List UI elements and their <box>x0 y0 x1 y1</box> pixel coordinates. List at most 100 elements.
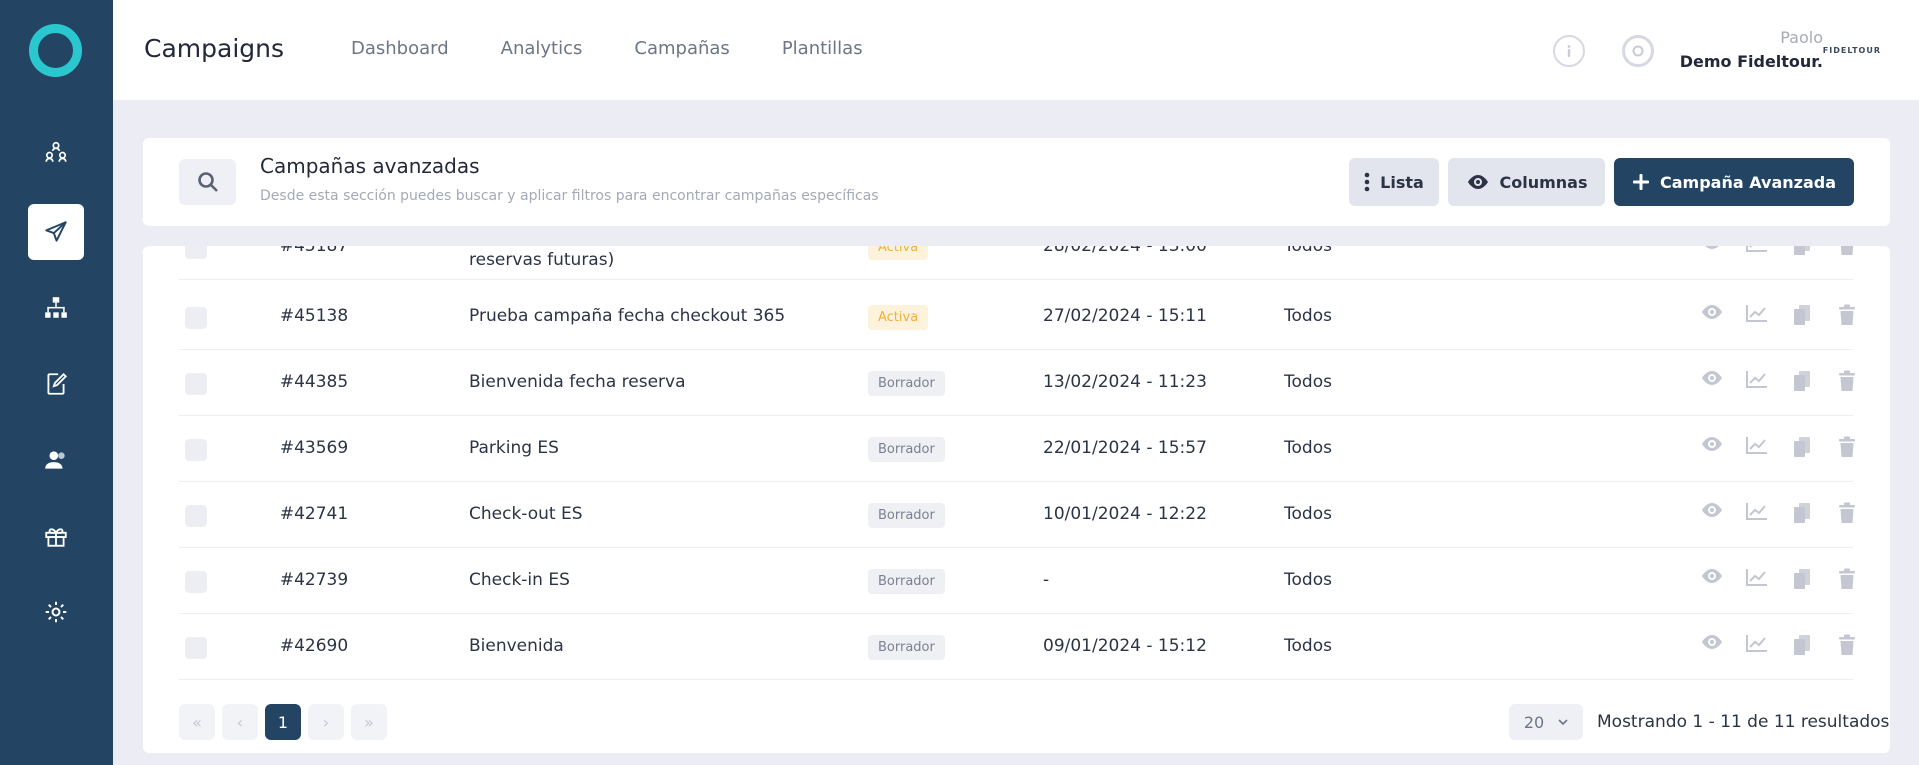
next-page-button[interactable]: › <box>308 704 344 740</box>
view-icon[interactable] <box>1689 370 1734 392</box>
columns-button[interactable]: Columnas <box>1448 158 1605 206</box>
row-actions <box>1689 502 1869 524</box>
campaign-date: 22/01/2024 - 15:57 <box>1043 438 1207 458</box>
campaign-name[interactable]: Bienvenida <box>469 636 564 656</box>
stats-chart-icon[interactable] <box>1734 502 1779 524</box>
table-row[interactable]: #42739 Check-in ES Borrador - Todos <box>179 548 1855 614</box>
row-checkbox[interactable] <box>185 439 207 461</box>
stats-chart-icon[interactable] <box>1734 370 1779 392</box>
sidebar-item-campaigns[interactable] <box>28 204 84 260</box>
trash-icon[interactable] <box>1824 436 1869 458</box>
app-logo[interactable] <box>29 24 82 77</box>
view-icon[interactable] <box>1689 436 1734 458</box>
user-company[interactable]: Demo Fideltour. <box>1680 52 1823 71</box>
status-badge: Borrador <box>868 437 945 462</box>
stats-chart-icon[interactable] <box>1734 634 1779 656</box>
copy-icon[interactable] <box>1779 436 1824 458</box>
view-icon[interactable] <box>1689 634 1734 656</box>
table-row[interactable]: #44385 Bienvenida fecha reserva Borrador 13… <box>179 350 1855 416</box>
first-page-button[interactable]: « <box>179 704 215 740</box>
trash-icon[interactable] <box>1824 634 1869 656</box>
row-actions <box>1689 634 1869 656</box>
trash-icon[interactable] <box>1824 370 1869 392</box>
view-icon[interactable] <box>1689 502 1734 524</box>
per-page-select[interactable]: 20 <box>1509 704 1583 740</box>
campaign-id[interactable]: #45138 <box>269 306 359 326</box>
trash-icon[interactable] <box>1824 568 1869 590</box>
row-actions <box>1689 568 1869 590</box>
view-icon[interactable] <box>1689 304 1734 326</box>
row-checkbox[interactable] <box>185 246 207 259</box>
nav-campaigns[interactable]: Campañas <box>634 38 729 59</box>
chevron-down-icon <box>1558 719 1568 725</box>
view-icon[interactable] <box>1689 246 1734 256</box>
page-1-button[interactable]: 1 <box>265 704 301 740</box>
brand-logo: FIDELTOUR <box>1822 46 1881 55</box>
campaign-name[interactable]: reservas futuras) <box>469 250 614 270</box>
trash-icon[interactable] <box>1824 246 1869 256</box>
nav-templates[interactable]: Plantillas <box>782 38 863 59</box>
copy-icon[interactable] <box>1779 634 1824 656</box>
campaign-id[interactable]: #42690 <box>269 636 359 656</box>
new-advanced-campaign-button[interactable]: Campaña Avanzada <box>1614 158 1854 206</box>
campaigns-table: #45187 reservas futuras) Activa 28/02/2024 … <box>143 246 1890 753</box>
campaign-id[interactable]: #42739 <box>269 570 359 590</box>
sidebar-item-templates[interactable] <box>28 356 84 412</box>
campaign-name[interactable]: Check-in ES <box>469 570 570 590</box>
user-name: Paolo <box>1780 28 1823 47</box>
copy-icon[interactable] <box>1779 568 1824 590</box>
table-row[interactable]: #45138 Prueba campaña fecha checkout 365 A… <box>179 284 1855 350</box>
campaign-id[interactable]: #45187 <box>269 246 359 256</box>
sidebar-item-settings[interactable] <box>28 584 84 640</box>
card-subtitle: Desde esta sección puedes buscar y aplic… <box>260 188 879 204</box>
copy-icon[interactable] <box>1779 304 1824 326</box>
campaign-name[interactable]: Check-out ES <box>469 504 583 524</box>
stats-chart-icon[interactable] <box>1734 304 1779 326</box>
last-page-button[interactable]: » <box>351 704 387 740</box>
copy-icon[interactable] <box>1779 370 1824 392</box>
campaign-date: 10/01/2024 - 12:22 <box>1043 504 1207 524</box>
plus-icon <box>1632 173 1650 191</box>
trash-icon[interactable] <box>1824 304 1869 326</box>
copy-icon[interactable] <box>1779 246 1824 256</box>
sidebar-item-audience[interactable] <box>28 124 84 180</box>
info-icon[interactable] <box>1553 35 1585 67</box>
campaign-date: 27/02/2024 - 15:11 <box>1043 306 1207 326</box>
campaign-id[interactable]: #42741 <box>269 504 359 524</box>
row-checkbox[interactable] <box>185 307 207 329</box>
table-row[interactable]: #43569 Parking ES Borrador 22/01/2024 - 15:… <box>179 416 1855 482</box>
sitemap-icon <box>45 297 67 318</box>
sidebar-item-rewards[interactable] <box>28 508 84 564</box>
per-page-value: 20 <box>1523 712 1545 732</box>
campaign-id[interactable]: #44385 <box>269 372 359 392</box>
people-network-icon <box>45 141 67 162</box>
trash-icon[interactable] <box>1824 502 1869 524</box>
table-row[interactable]: #42690 Bienvenida Borrador 09/01/2024 - 15:… <box>179 614 1855 680</box>
row-checkbox[interactable] <box>185 505 207 527</box>
search-button[interactable] <box>179 159 236 205</box>
row-checkbox[interactable] <box>185 637 207 659</box>
table-row[interactable]: #45187 reservas futuras) Activa 28/02/2024 … <box>179 246 1853 280</box>
view-icon[interactable] <box>1689 568 1734 590</box>
sidebar-item-contacts[interactable] <box>28 432 84 488</box>
campaign-id[interactable]: #43569 <box>269 438 359 458</box>
campaign-name[interactable]: Bienvenida fecha reserva <box>469 372 686 392</box>
nav-dashboard[interactable]: Dashboard <box>351 38 449 59</box>
status-badge: Activa <box>868 305 929 330</box>
stats-chart-icon[interactable] <box>1734 246 1779 256</box>
sidebar-item-structure[interactable] <box>28 280 84 336</box>
search-icon <box>197 172 218 192</box>
row-checkbox[interactable] <box>185 571 207 593</box>
stats-chart-icon[interactable] <box>1734 568 1779 590</box>
campaign-name[interactable]: Prueba campaña fecha checkout 365 <box>469 306 785 326</box>
stats-chart-icon[interactable] <box>1734 436 1779 458</box>
prev-page-button[interactable]: ‹ <box>222 704 258 740</box>
status-badge: Activa <box>868 246 929 260</box>
row-checkbox[interactable] <box>185 373 207 395</box>
table-row[interactable]: #42741 Check-out ES Borrador 10/01/2024 - 1… <box>179 482 1855 548</box>
copy-icon[interactable] <box>1779 502 1824 524</box>
nav-analytics[interactable]: Analytics <box>501 38 583 59</box>
campaign-name[interactable]: Parking ES <box>469 438 559 458</box>
list-view-button[interactable]: Lista <box>1349 158 1439 206</box>
help-lifebuoy-icon[interactable] <box>1622 35 1654 67</box>
